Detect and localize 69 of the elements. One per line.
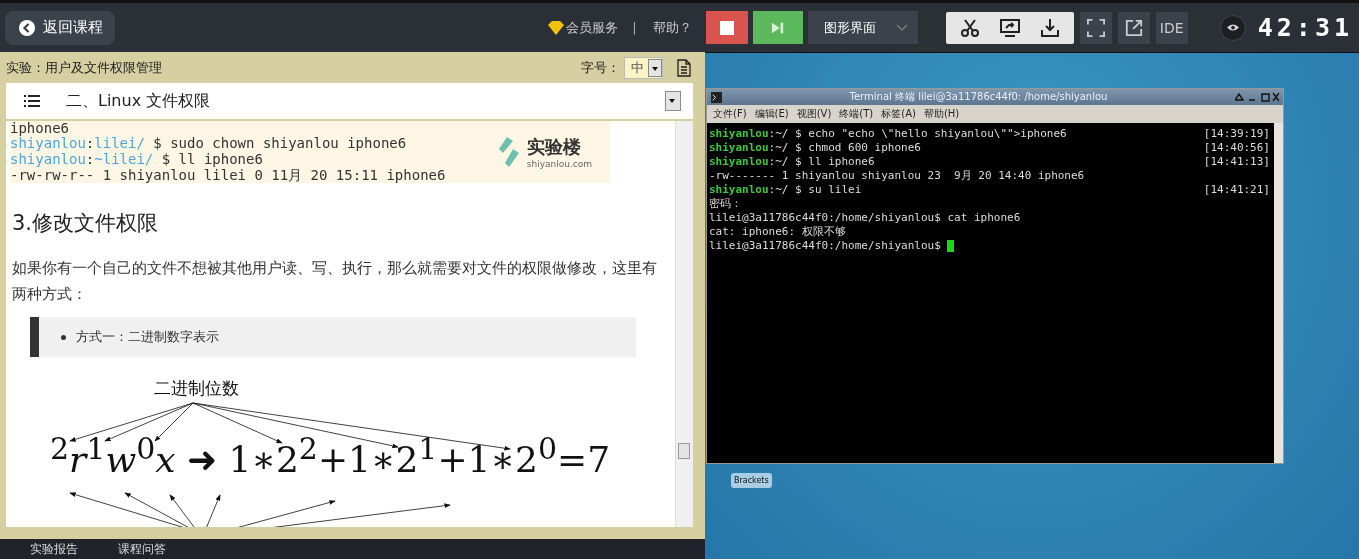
section-heading: 3.修改文件权限 — [12, 210, 160, 237]
figure-title: 二进制位数 — [154, 377, 239, 400]
menu-item[interactable]: 文件(F) — [713, 107, 747, 121]
list-icon — [24, 95, 40, 107]
timer: 42:31 — [1257, 13, 1353, 42]
terminal-line: shiyanlou:~/ $ echo "echo \"hello shiyanlou\"">iphone6 — [709, 127, 1068, 141]
menu-item[interactable]: 终端(T) — [839, 107, 874, 121]
font-size-label: 字号： — [581, 58, 620, 77]
formula: $^{2}$r$^{1}$w$^{0}$x ➜ 1∗2$^{2}$+1∗2$^{1}$+1∗2$^{0}$=7 — [50, 431, 611, 480]
eye-button[interactable] — [1219, 14, 1246, 41]
paragraph: 如果你有一个自己的文件不想被其他用户读、写、执行，那么就需要对文件的权限做修改，这里有两种方式： — [12, 258, 658, 305]
code-line: shiyanlou:lilei/ $ sudo chown shiyanlou iphone6 — [10, 135, 408, 151]
desktop-icon-label[interactable]: Brackets — [731, 473, 772, 488]
menu-item[interactable]: 标签(A) — [881, 107, 916, 121]
window-controls-icon[interactable] — [1235, 92, 1279, 102]
timestamp: [14:40:56] — [1203, 141, 1270, 155]
bottom-tab[interactable]: 实验报告 — [30, 540, 78, 558]
timestamp: [14:41:13] — [1203, 155, 1270, 169]
menu-item[interactable]: 编辑(E) — [754, 107, 789, 121]
play-step-icon — [771, 21, 784, 34]
chevron-down-icon — [895, 23, 908, 32]
timestamp: [14:41:21] — [1203, 183, 1270, 197]
code-line: iphone6 — [10, 121, 70, 135]
eye-icon — [1226, 23, 1239, 32]
code-line: -rw-rw-r-- 1 shiyanlou lilei 0 11月 20 15:11 iphone6 — [10, 167, 447, 183]
diamond-icon — [548, 20, 565, 35]
list-item: 方式一：二进制数字表示 — [76, 328, 219, 346]
terminal-line: -rw------- 1 shiyanlou shiyanlou 23 9月 20 14:40 iphone6 — [709, 169, 1085, 183]
view-select[interactable]: 图形界面 — [807, 11, 918, 44]
caret-icon — [665, 91, 681, 111]
timestamp: [14:39:19] — [1203, 127, 1270, 141]
scrollbar[interactable] — [675, 121, 693, 527]
caret-icon — [648, 58, 662, 77]
logo-name: 实验楼 — [526, 135, 582, 159]
menu-item[interactable]: 视图(V) — [796, 107, 832, 121]
lab-title: 实验：用户及文件权限管理 — [6, 58, 162, 77]
terminal-line: cat: iphone6: 权限不够 — [709, 225, 846, 239]
vip-link[interactable]: 会员服务 — [566, 18, 619, 37]
separator: | — [632, 20, 637, 35]
open-external-button[interactable] — [1117, 11, 1150, 44]
fullscreen-button[interactable] — [1079, 11, 1112, 44]
screen-share-icon[interactable] — [999, 17, 1020, 38]
scrollbar[interactable] — [1274, 123, 1283, 463]
ide-button[interactable]: IDE — [1155, 11, 1188, 44]
terminal-line: shiyanlou:~/ $ ll iphone6 — [709, 155, 876, 169]
logo-icon — [498, 137, 519, 167]
terminal-icon — [711, 91, 722, 103]
stop-button[interactable] — [705, 11, 748, 44]
back-button[interactable]: 返回课程 — [5, 10, 115, 45]
document-icon[interactable] — [677, 58, 691, 77]
stop-icon — [719, 20, 734, 35]
terminal-line: lilei@3a11786c44f0:/home/shiyanlou$ — [709, 239, 942, 253]
help-link[interactable]: 帮助？ — [652, 18, 692, 37]
fullscreen-icon — [1086, 18, 1105, 37]
bullet-icon — [61, 334, 66, 340]
menu-item[interactable]: 帮助(H) — [923, 107, 960, 121]
terminal-line: lilei@3a11786c44f0:/home/shiyanlou$ cat iphone6 — [709, 211, 1021, 225]
font-size-select[interactable]: 中 — [624, 56, 663, 79]
download-icon[interactable] — [1039, 17, 1060, 38]
terminal-line: shiyanlou:~/ $ su lilei — [709, 183, 863, 197]
terminal-line: shiyanlou:~/ $ chmod 600 iphone6 — [709, 141, 922, 155]
terminal-line: 密码： — [709, 197, 742, 211]
cursor — [947, 240, 955, 252]
logo-url: shiyanlou.com — [526, 159, 592, 169]
code-line: shiyanlou:~lilei/ $ ll iphone6 — [10, 151, 264, 167]
bottom-tab[interactable]: 课程问答 — [118, 540, 166, 558]
scissors-icon[interactable] — [959, 17, 980, 38]
window-title: Terminal 终端 lilei@3a11786c44f0: /home/shiyanlou — [848, 90, 1109, 104]
external-link-icon — [1124, 18, 1143, 37]
